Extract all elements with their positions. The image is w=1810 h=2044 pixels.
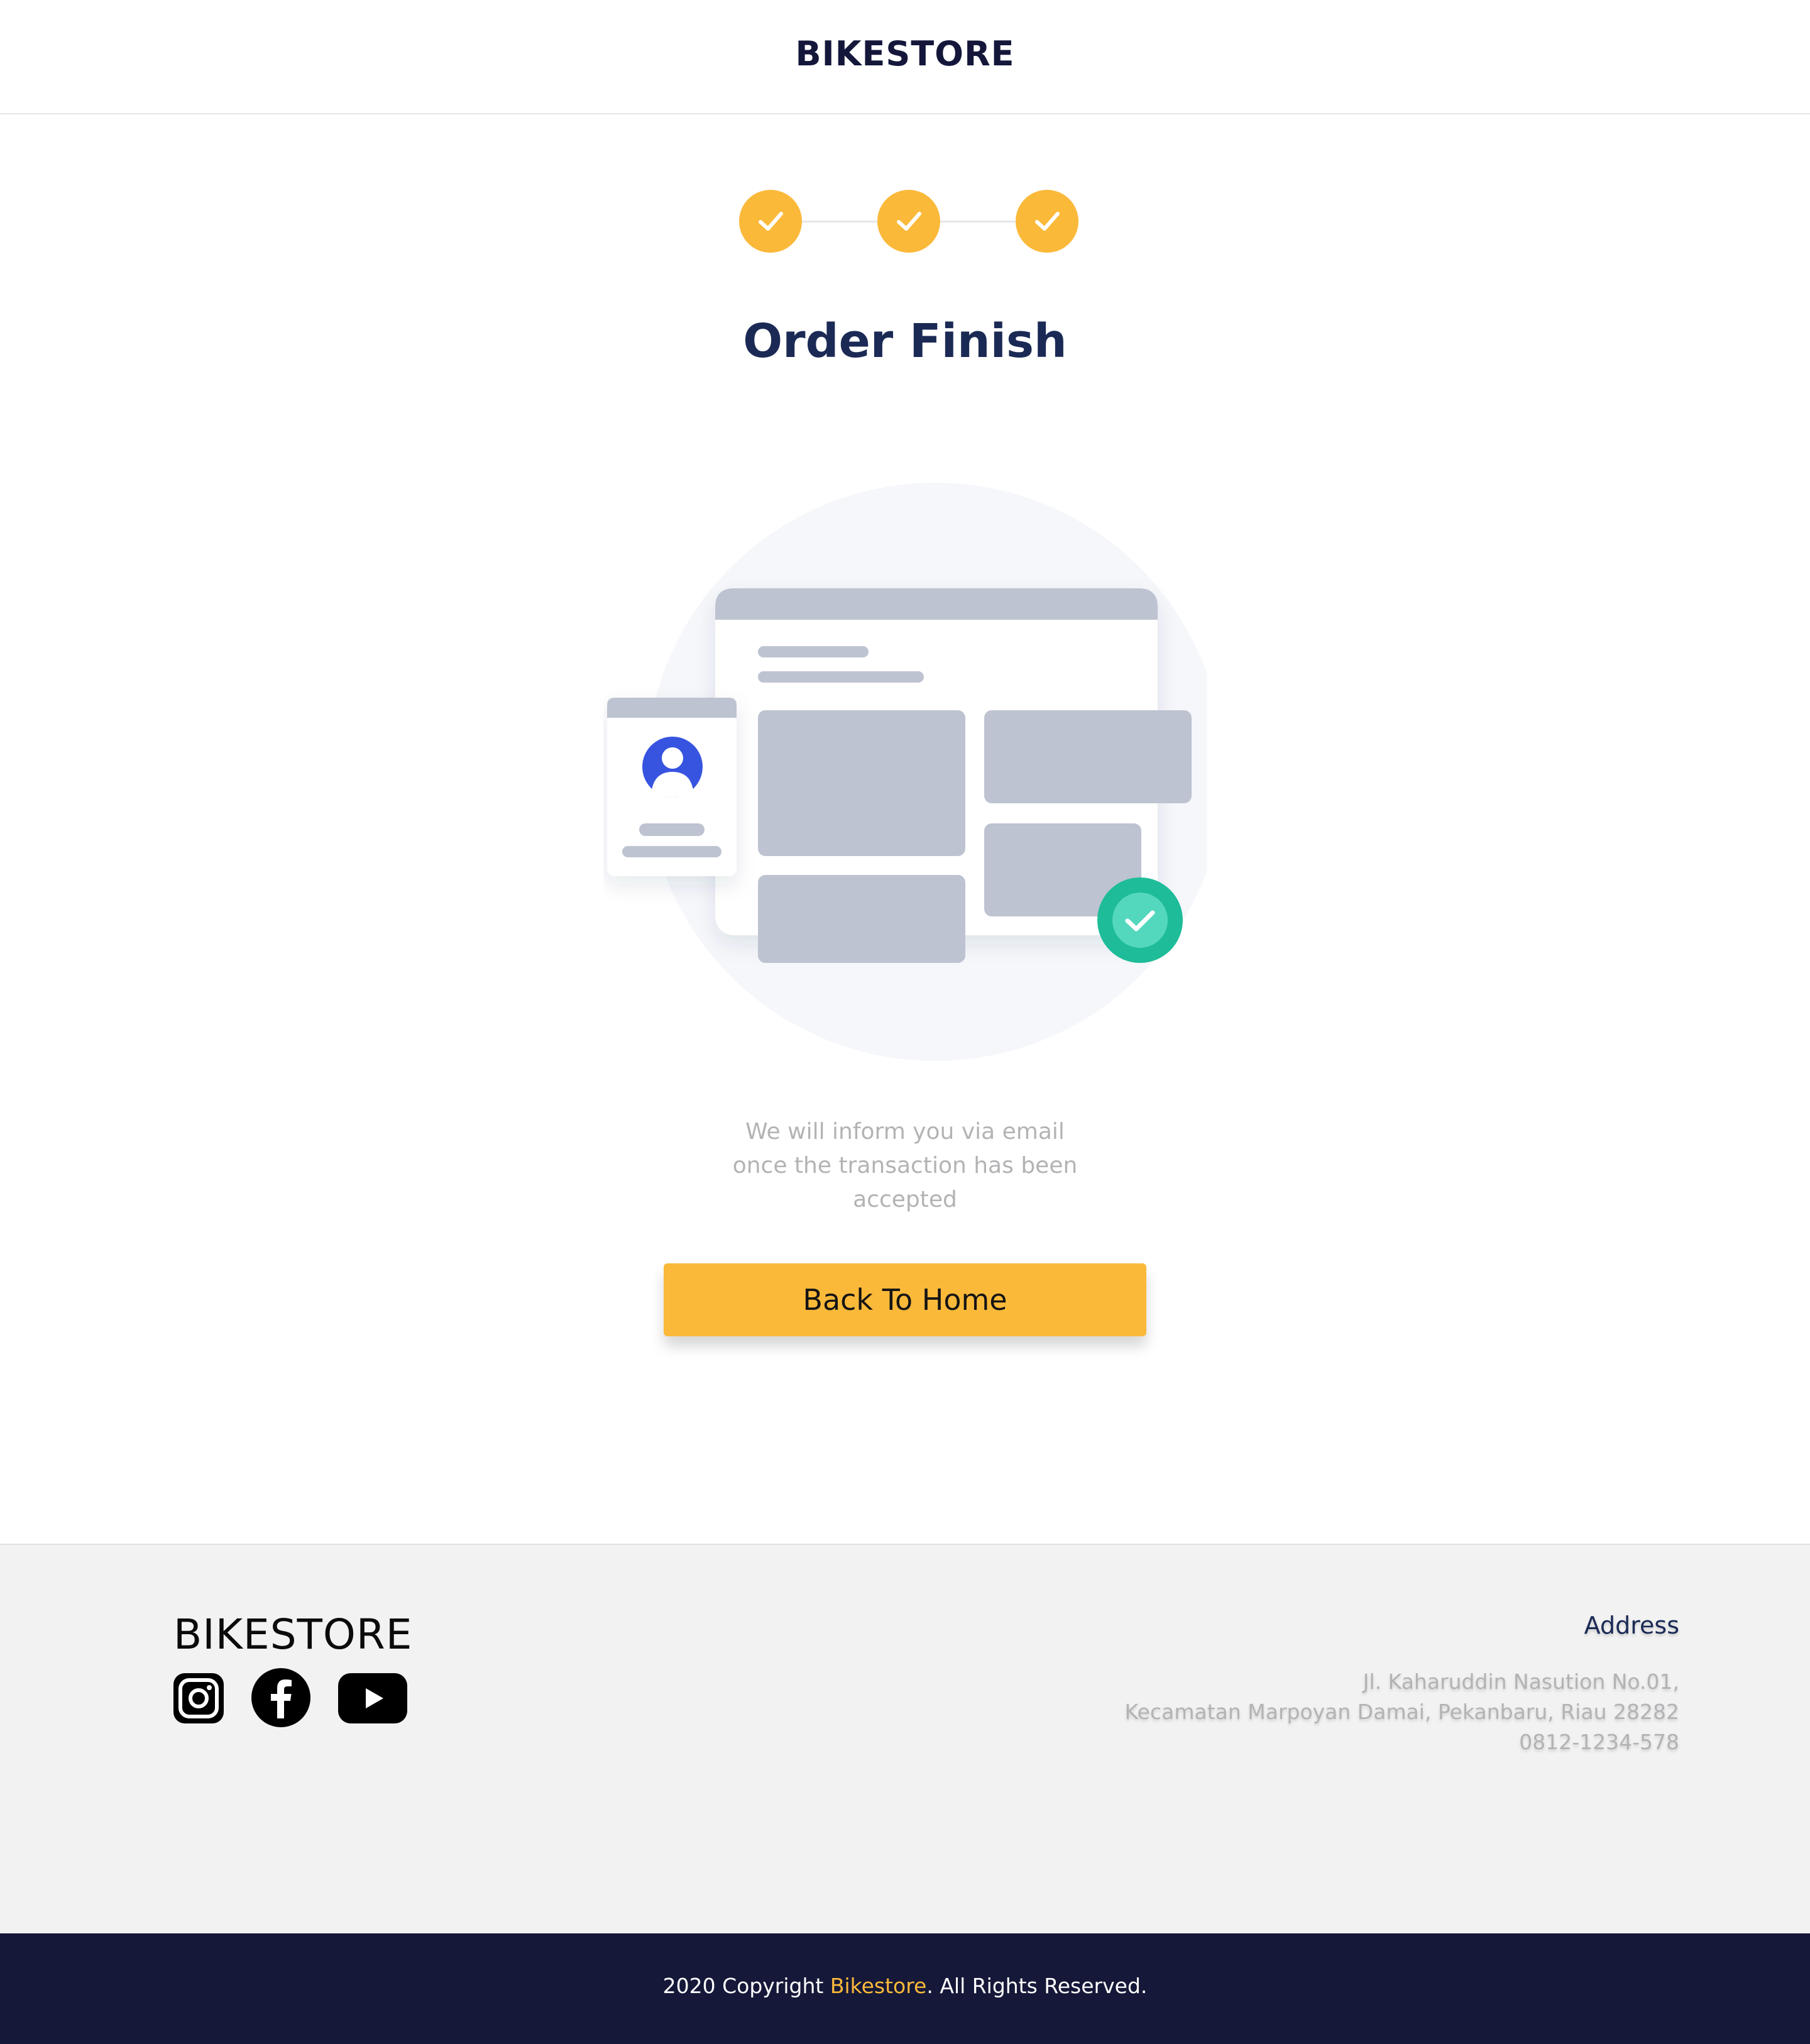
order-success-illustration	[603, 478, 1224, 1069]
store-address: Jl. Kaharuddin Nasution No.01, Kecamatan…	[1125, 1667, 1679, 1757]
step-2-complete	[877, 190, 940, 253]
copyright-text: 2020 Copyright Bikestore. All Rights Res…	[0, 1974, 1810, 1998]
check-icon	[759, 212, 783, 231]
check-icon	[1035, 212, 1060, 231]
address-line: Jl. Kaharuddin Nasution No.01,	[1363, 1669, 1679, 1694]
address-line: Kecamatan Marpoyan Damai, Pekanbaru, Ria…	[1124, 1700, 1679, 1724]
youtube-link[interactable]	[338, 1673, 407, 1723]
copyright-prefix: 2020 Copyright	[662, 1974, 830, 1998]
copyright-suffix: . All Rights Reserved.	[926, 1974, 1148, 1998]
message-line: once the transaction has been	[732, 1153, 1078, 1179]
checkout-progress-steps	[739, 190, 1080, 253]
step-connector	[802, 221, 877, 223]
footer-brand-logo[interactable]: BIKESTORE	[173, 1610, 412, 1659]
header-brand-logo[interactable]: BIKESTORE	[0, 34, 1810, 74]
step-3-complete	[1016, 190, 1078, 253]
user-card-icon	[607, 698, 737, 876]
copyright-bar: 2020 Copyright Bikestore. All Rights Res…	[0, 1933, 1810, 2044]
phone-number: 0812-1234-578	[1519, 1730, 1679, 1754]
message-line: accepted	[853, 1187, 957, 1212]
check-icon	[897, 212, 921, 231]
page-title: Order Finish	[743, 314, 1067, 368]
confirmation-message: We will inform you via email once the tr…	[704, 1115, 1106, 1217]
instagram-link[interactable]	[173, 1673, 224, 1723]
address-heading: Address	[1584, 1612, 1679, 1639]
copyright-brand-link[interactable]: Bikestore	[830, 1974, 927, 1998]
step-connector	[940, 221, 1016, 223]
facebook-link[interactable]	[251, 1668, 310, 1727]
step-1-complete	[739, 190, 802, 253]
site-header: BIKESTORE	[0, 0, 1810, 114]
instagram-icon	[173, 1673, 224, 1723]
message-line: We will inform you via email	[745, 1119, 1065, 1145]
youtube-icon	[338, 1673, 407, 1723]
success-check-icon	[1097, 877, 1183, 963]
back-to-home-button[interactable]: Back To Home	[664, 1263, 1146, 1336]
facebook-icon	[251, 1668, 310, 1727]
site-footer: BIKESTORE Address Jl. Kaharuddin Nasutio…	[0, 1544, 1810, 1933]
